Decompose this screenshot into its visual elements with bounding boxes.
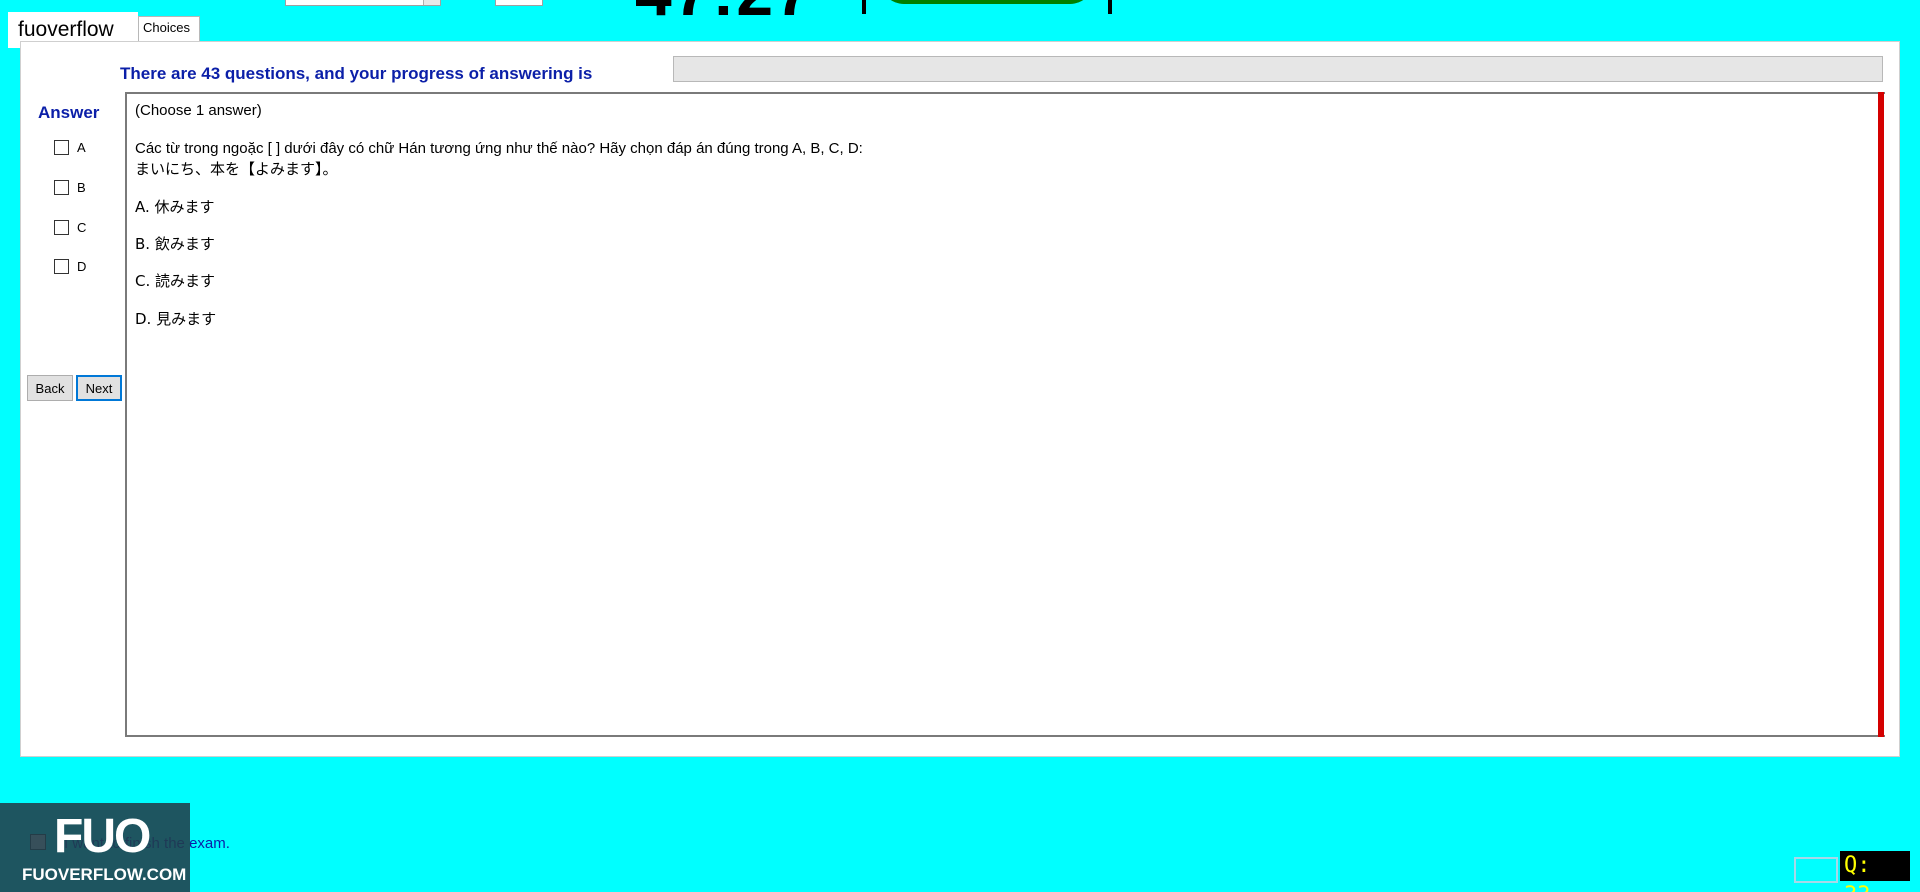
question-choice-b: B. 飲みます [135, 235, 215, 253]
progress-label: There are 43 questions, and your progres… [120, 64, 593, 83]
question-prompt: Các từ trong ngoặc [ ] dưới đây có chữ H… [135, 140, 863, 157]
question-choice-c: C. 読みます [135, 272, 216, 290]
checkbox-c[interactable] [54, 219, 69, 235]
question-scroll-edge [1878, 92, 1884, 737]
answer-option-c[interactable]: C [54, 217, 86, 237]
status-pill [880, 0, 1094, 4]
watermark-site-text: FUOVERFLOW.COM [22, 865, 187, 884]
question-choice-d: D. 見みます [135, 310, 217, 328]
answer-option-d[interactable]: D [54, 256, 86, 276]
checkbox-b[interactable] [54, 179, 69, 195]
checkbox-d[interactable] [54, 258, 69, 274]
top-small-field[interactable] [495, 0, 543, 6]
top-dropdown[interactable] [285, 0, 441, 6]
answer-option-a[interactable]: A [54, 137, 86, 157]
answer-progress-bar [673, 56, 1883, 82]
question-choice-a: A. 休みます [135, 198, 215, 216]
question-instruction: (Choose 1 answer) [135, 102, 262, 119]
question-sentence: まいにち、本を【よみます】。 [135, 160, 338, 178]
checkbox-a[interactable] [54, 139, 69, 155]
counter-frame [1794, 857, 1838, 883]
answer-option-label: C [77, 219, 87, 235]
tab-choices[interactable]: Choices [138, 16, 200, 42]
answer-option-label: D [77, 258, 87, 274]
answer-option-label: A [77, 139, 86, 155]
back-button[interactable]: Back [27, 375, 73, 401]
question-counter: Q: 33 [1840, 851, 1910, 892]
answer-option-b[interactable]: B [54, 177, 86, 197]
exam-window: 47:27 fuoverflow Choices There are 43 qu… [0, 0, 1920, 892]
next-button[interactable]: Next [76, 375, 122, 401]
fuoverflow-watermark-logo: FUO FUOVERFLOW.COM [0, 803, 190, 892]
watermark-logo-text: FUO [54, 810, 151, 863]
answer-title: Answer [38, 103, 100, 122]
timer-status-indicator [862, 0, 1112, 14]
answer-option-label: B [77, 179, 86, 195]
dropdown-arrow-icon[interactable] [423, 0, 440, 5]
exam-timer: 47:27 [635, 0, 814, 25]
question-text-area[interactable] [125, 92, 1885, 737]
